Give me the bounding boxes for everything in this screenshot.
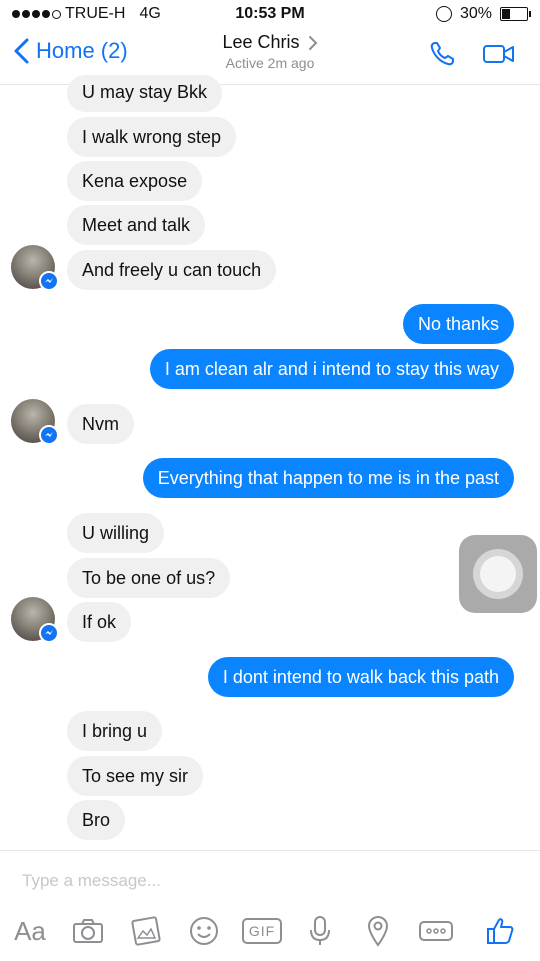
microphone-icon[interactable] xyxy=(300,911,340,951)
camera-icon[interactable] xyxy=(68,911,108,951)
video-call-icon[interactable] xyxy=(482,40,516,68)
battery-icon xyxy=(500,7,531,21)
assistive-touch-center xyxy=(480,556,516,592)
message-bubble-incoming[interactable]: I bring u xyxy=(67,711,163,751)
message-input[interactable] xyxy=(20,865,504,897)
orientation-lock-icon xyxy=(435,6,452,22)
more-icon[interactable] xyxy=(416,911,456,951)
message-bubble-incoming[interactable]: Meet and talk xyxy=(67,205,206,245)
message-composer: Aa GIF xyxy=(0,850,540,961)
active-status: Active 2m ago xyxy=(225,55,315,71)
avatar[interactable] xyxy=(11,245,59,291)
message-bubble-incoming[interactable]: Nvm xyxy=(67,404,134,444)
avatar[interactable] xyxy=(11,399,59,445)
battery-percent: 30% xyxy=(459,5,492,22)
message-bubble-incoming[interactable]: Kena expose xyxy=(67,161,203,201)
messenger-badge-icon xyxy=(39,623,59,643)
message-bubble-outgoing[interactable]: I dont intend to walk back this path xyxy=(207,657,514,697)
chevron-right-icon xyxy=(308,35,317,50)
message-bubble-incoming[interactable]: If ok xyxy=(67,602,132,642)
message-bubble-incoming[interactable]: To see my sir xyxy=(67,756,204,796)
status-bar: TRUE-H 4G 10:53 PM 30% xyxy=(0,0,540,28)
messenger-badge-icon xyxy=(39,271,59,291)
message-bubble-incoming[interactable]: To be one of us? xyxy=(67,558,231,598)
like-icon[interactable] xyxy=(480,911,520,951)
contact-name: Lee Chris xyxy=(222,32,300,52)
messenger-badge-icon xyxy=(39,425,59,445)
emoji-icon[interactable] xyxy=(184,911,224,951)
message-bubble-incoming[interactable]: U willing xyxy=(67,513,165,553)
status-right: 30% xyxy=(435,5,531,23)
contact-title[interactable]: Lee Chris Active 2m ago xyxy=(0,32,540,71)
message-bubble-outgoing[interactable]: No thanks xyxy=(402,304,514,344)
assistive-touch-button[interactable] xyxy=(459,535,537,613)
gif-label: GIF xyxy=(241,918,283,944)
phone-call-icon[interactable] xyxy=(428,40,456,68)
text-format-button[interactable]: Aa xyxy=(10,911,50,951)
location-icon[interactable] xyxy=(358,911,398,951)
message-bubble-outgoing[interactable]: I am clean alr and i intend to stay this… xyxy=(149,349,514,389)
photo-icon[interactable] xyxy=(126,911,166,951)
gif-button[interactable]: GIF xyxy=(241,911,283,951)
message-bubble-incoming[interactable]: I walk wrong step xyxy=(67,117,237,157)
message-bubble-incoming[interactable]: And freely u can touch xyxy=(67,250,277,290)
composer-toolbar: Aa GIF xyxy=(0,911,540,951)
message-bubble-outgoing[interactable]: Everything that happen to me is in the p… xyxy=(142,458,514,498)
message-bubble-incoming[interactable]: U may stay Bkk xyxy=(67,75,223,112)
message-bubble-incoming[interactable]: Bro xyxy=(67,800,126,840)
avatar[interactable] xyxy=(11,597,59,643)
